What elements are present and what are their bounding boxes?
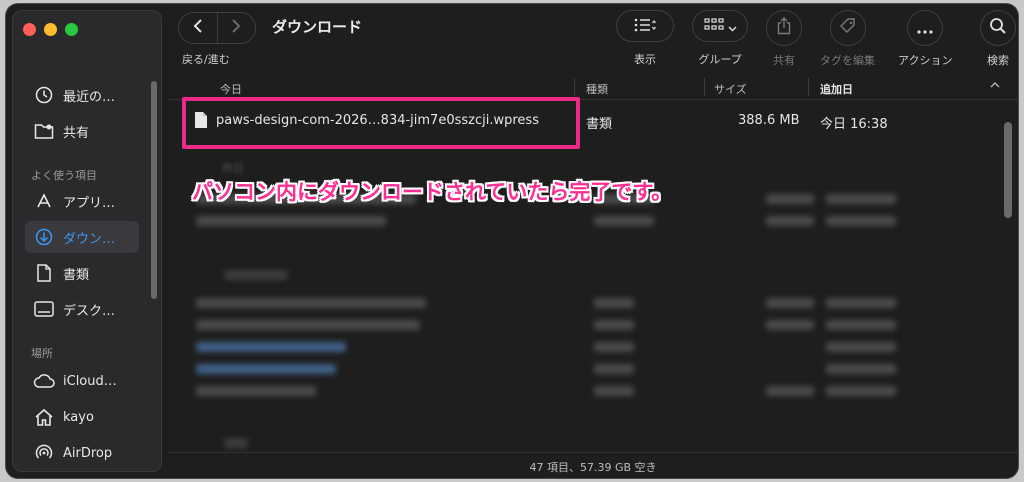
minimize-button[interactable]	[44, 23, 57, 36]
annotation-text: パソコン内にダウンロードされていたら完了です。	[192, 180, 673, 204]
back-button[interactable]	[179, 13, 217, 43]
applications-icon	[33, 192, 55, 210]
group-label-yesterday: 昨日	[222, 162, 244, 175]
share-button[interactable]	[766, 10, 802, 46]
sidebar-item-label: デスク…	[63, 303, 116, 319]
column-name[interactable]: 今日	[220, 81, 242, 97]
table-row[interactable]	[196, 340, 1016, 354]
search-button[interactable]	[980, 10, 1016, 46]
tag-tool: タグを編集	[820, 10, 875, 68]
more-icon	[917, 19, 933, 38]
table-row[interactable]	[196, 384, 1016, 398]
column-separator[interactable]	[574, 78, 575, 96]
view-label: 表示	[634, 53, 656, 66]
nav-label: 戻る/進む	[182, 53, 230, 66]
tag-label: タグを編集	[820, 54, 875, 67]
sort-ascending-icon[interactable]	[990, 79, 1000, 92]
highlight-box	[182, 97, 580, 149]
group-row	[196, 436, 1016, 450]
table-row[interactable]	[196, 296, 1016, 310]
sidebar-item-documents[interactable]: 書類	[25, 257, 139, 289]
file-kind: 書類	[586, 117, 613, 132]
action-tool: アクション	[898, 10, 952, 68]
window-title: ダウンロード	[272, 18, 363, 36]
column-date-added[interactable]: 追加日	[820, 81, 853, 97]
sidebar-item-label: iCloud…	[63, 373, 117, 389]
file-date-added: 今日 16:38	[820, 117, 888, 132]
share-icon	[777, 17, 791, 39]
chevron-down-icon	[728, 17, 737, 36]
window-controls	[23, 23, 78, 36]
file-list-scrollbar[interactable]	[1004, 122, 1012, 218]
zoom-button[interactable]	[65, 23, 78, 36]
airdrop-icon	[33, 443, 55, 463]
sidebar-item-icloud[interactable]: iCloud…	[25, 365, 139, 397]
share-tool: 共有	[766, 10, 802, 68]
sidebar-item-label: AirDrop	[63, 445, 113, 461]
locations-header: 場所	[31, 347, 53, 360]
column-kind[interactable]: 種類	[586, 81, 608, 97]
table-row[interactable]	[196, 318, 1016, 332]
chevron-right-icon	[231, 18, 241, 38]
list-view-icon	[634, 17, 656, 36]
tag-button[interactable]	[829, 10, 866, 46]
file-size: 388.6 MB	[738, 113, 800, 128]
downloads-icon	[33, 228, 55, 246]
sidebar-item-label: 最近の…	[63, 89, 116, 105]
group-label: グループ	[698, 53, 742, 66]
sidebar-item-label: ダウン…	[63, 231, 116, 247]
document-icon	[33, 264, 55, 282]
search-label: 検索	[987, 54, 1009, 67]
search-icon	[989, 17, 1007, 39]
sidebar-item-label: 書類	[63, 267, 90, 283]
home-icon	[33, 408, 55, 426]
table-row[interactable]	[196, 362, 1016, 376]
group-row	[196, 268, 1016, 282]
sidebar-item-label: kayo	[63, 409, 94, 425]
sidebar-item-label: アプリ…	[63, 195, 116, 211]
sidebar-item-home[interactable]: kayo	[25, 401, 139, 433]
finder-window: 最近の… 共有 よく使う項目 アプリ… ダウン… 書類 デスク… 場所 iClo…	[6, 4, 1018, 478]
view-tool: 表示	[616, 10, 674, 67]
desktop-icon	[33, 301, 55, 317]
status-bar: 47 項目、57.39 GB 空き	[168, 452, 1018, 478]
favorites-header: よく使う項目	[31, 169, 97, 182]
cloud-icon	[33, 373, 55, 389]
chevron-left-icon	[193, 18, 203, 38]
sidebar-item-label: 共有	[63, 125, 90, 141]
sidebar-scrollbar[interactable]	[151, 81, 157, 299]
view-button[interactable]	[616, 10, 674, 42]
tag-icon	[839, 17, 857, 39]
clock-icon	[33, 86, 55, 104]
toolbar: 戻る/進む ダウンロード 表示 グループ 共有 タグを編集 アクション 検索	[168, 4, 1018, 70]
column-separator[interactable]	[808, 78, 809, 96]
sidebar-item-desktop[interactable]: デスク…	[25, 293, 139, 325]
group-button[interactable]	[692, 10, 748, 42]
sidebar-item-downloads[interactable]: ダウン…	[25, 221, 139, 253]
forward-button[interactable]	[216, 13, 256, 43]
grid-icon	[703, 17, 724, 36]
action-button[interactable]	[907, 10, 944, 46]
share-label: 共有	[773, 54, 795, 67]
shared-folder-icon	[33, 122, 55, 140]
sidebar-item-recents[interactable]: 最近の…	[25, 79, 139, 111]
column-separator[interactable]	[704, 78, 705, 96]
sidebar: 最近の… 共有 よく使う項目 アプリ… ダウン… 書類 デスク… 場所 iClo…	[12, 10, 162, 472]
sidebar-item-applications[interactable]: アプリ…	[25, 185, 139, 217]
group-tool: グループ	[692, 10, 748, 67]
sidebar-item-shared[interactable]: 共有	[25, 115, 139, 147]
action-label: アクション	[898, 54, 953, 67]
close-button[interactable]	[23, 23, 36, 36]
column-size[interactable]: サイズ	[714, 81, 747, 97]
sidebar-item-airdrop[interactable]: AirDrop	[25, 437, 139, 469]
table-row[interactable]	[196, 214, 1016, 228]
search-tool: 検索	[980, 10, 1016, 68]
nav-group	[178, 12, 256, 44]
